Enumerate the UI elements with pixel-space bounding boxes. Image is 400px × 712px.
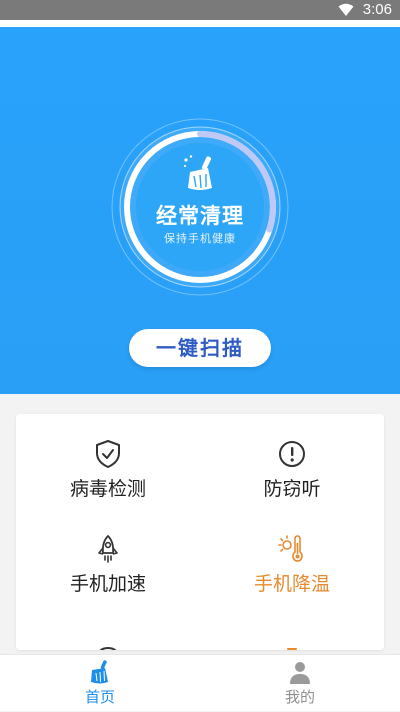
feature-cool-down[interactable]: 手机降温 xyxy=(200,509,384,604)
shield-check-icon xyxy=(96,440,120,468)
tab-label: 我的 xyxy=(284,688,315,706)
broom-icon xyxy=(91,660,108,684)
alert-circle-icon xyxy=(279,441,305,467)
user-icon xyxy=(290,662,310,684)
hero-title: 经常清理 xyxy=(156,204,244,228)
broom-icon xyxy=(183,155,212,190)
chat-bubble-icon xyxy=(99,646,117,650)
thermometer-sun-icon xyxy=(278,535,303,562)
tab-home[interactable]: 首页 xyxy=(0,655,200,712)
feature-more-left[interactable] xyxy=(16,604,200,650)
feature-virus-scan[interactable]: 病毒检测 xyxy=(16,414,200,509)
timer-icon xyxy=(287,648,297,650)
feature-anti-eavesdrop[interactable]: 防窃听 xyxy=(200,414,384,509)
feature-more-right[interactable] xyxy=(200,604,384,650)
feature-label: 病毒检测 xyxy=(69,478,146,500)
tab-profile[interactable]: 我的 xyxy=(200,655,400,712)
status-bar: 3:06 xyxy=(0,0,400,20)
feature-label: 手机降温 xyxy=(253,573,330,595)
tab-label: 首页 xyxy=(84,688,115,706)
header-strip xyxy=(0,20,400,27)
hero-subtitle: 保持手机健康 xyxy=(164,232,236,245)
feature-label: 防窃听 xyxy=(263,478,321,500)
rocket-icon xyxy=(98,535,118,563)
wifi-icon xyxy=(338,3,354,16)
scan-button[interactable]: 一键扫描 xyxy=(129,329,271,367)
feature-grid: 病毒检测 防窃听 手机加速 手机降温 xyxy=(16,414,384,650)
status-time: 3:06 xyxy=(362,1,392,18)
feature-label: 手机加速 xyxy=(69,573,146,595)
feature-speed-up[interactable]: 手机加速 xyxy=(16,509,200,604)
bottom-tab-bar: 首页 我的 xyxy=(0,654,400,711)
